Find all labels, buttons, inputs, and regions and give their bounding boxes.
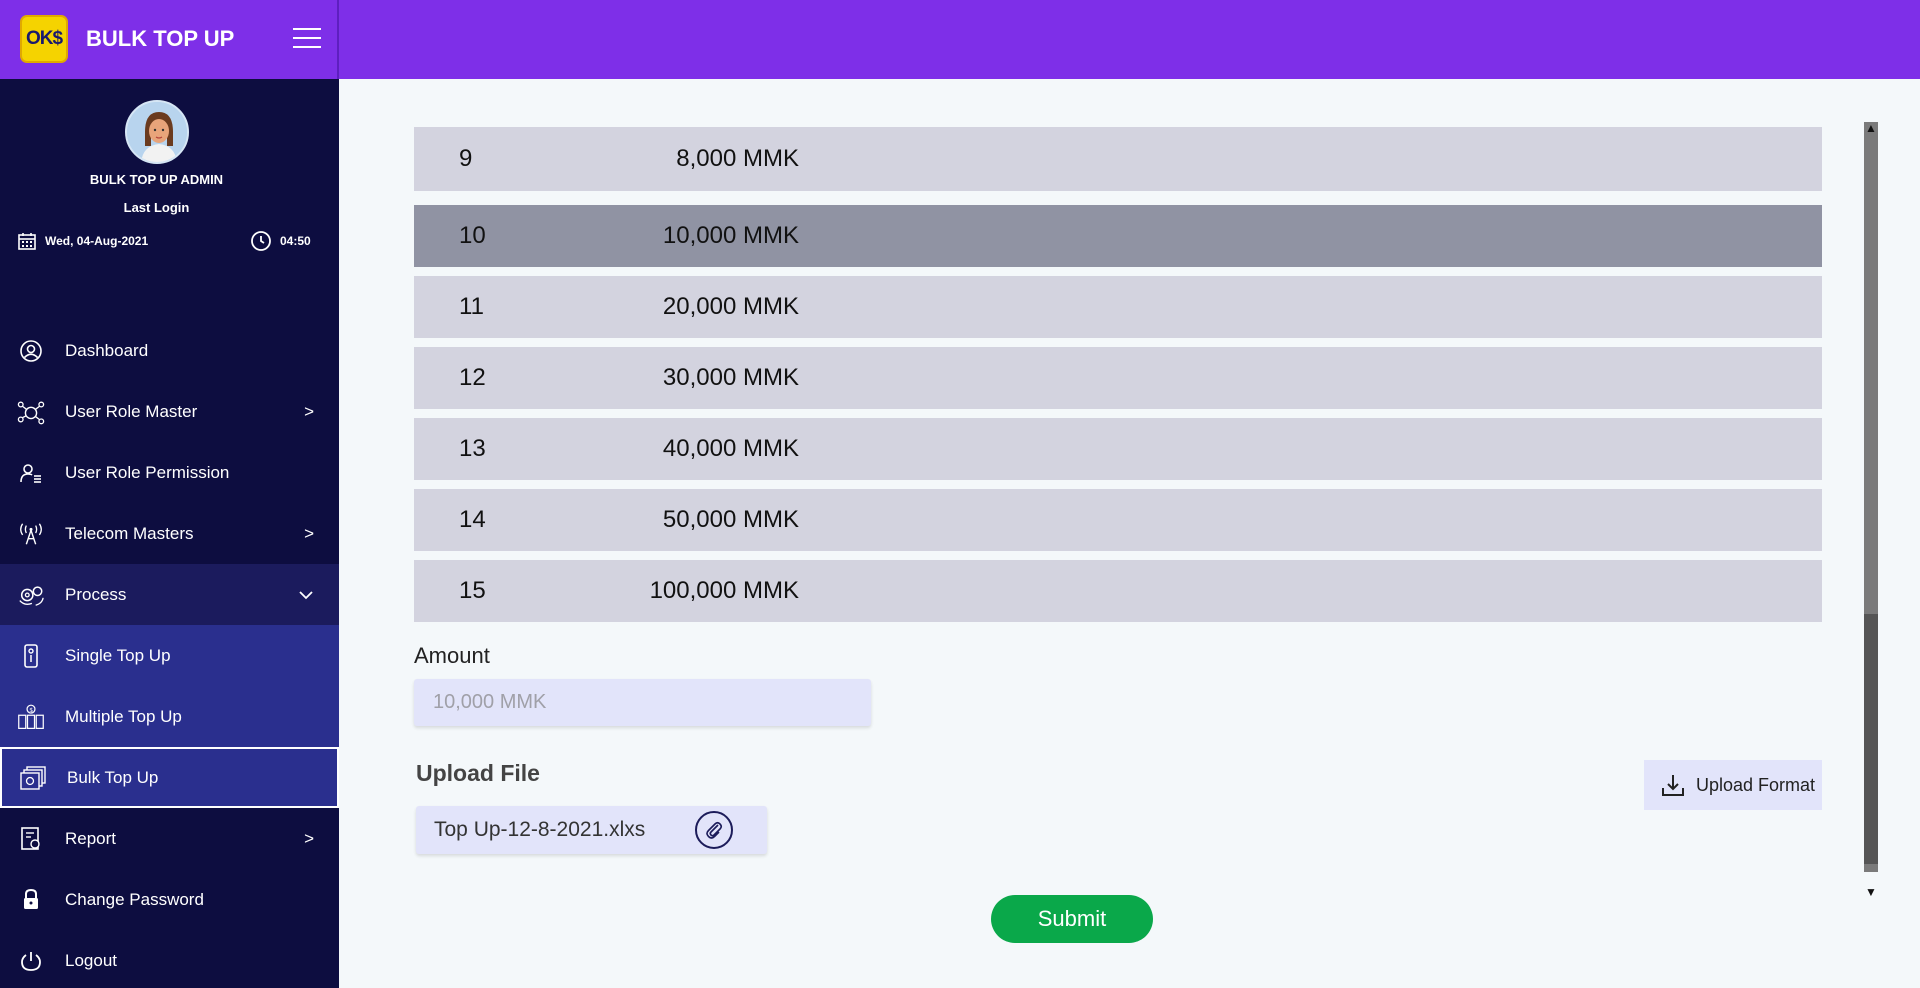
scrollbar-thumb[interactable] [1864, 614, 1878, 864]
sidebar-item-label: Dashboard [65, 340, 149, 360]
brand-title: BULK TOP UP [86, 26, 235, 51]
scroll-down-arrow-icon[interactable]: ▼ [1865, 885, 1877, 899]
denomination-row[interactable]: 9 8,000 MMK [414, 127, 1822, 191]
scroll-up-arrow-icon[interactable]: ▲ [1865, 121, 1877, 135]
denomination-row[interactable]: 11 20,000 MMK [414, 276, 1822, 338]
file-upload-field[interactable]: Top Up-12-8-2021.xlxs [416, 806, 767, 854]
upload-file-label: Upload File [416, 760, 540, 786]
chevron-right-icon: > [304, 828, 314, 848]
login-date-text: Wed, 04-Aug-2021 [45, 234, 149, 248]
scrollbar-track[interactable] [1864, 122, 1878, 872]
row-number: 9 [459, 145, 473, 172]
row-number: 13 [459, 435, 486, 462]
brand-header: OK$ BULK TOP UP [0, 0, 339, 79]
gears-icon [17, 581, 45, 609]
upload-format-button[interactable]: Upload Format [1644, 760, 1822, 810]
sidebar-item-label: User Role Master [65, 401, 198, 421]
submit-button[interactable]: Submit [991, 895, 1153, 943]
chevron-down-icon [298, 585, 314, 605]
denomination-row[interactable]: 13 40,000 MMK [414, 418, 1822, 480]
sidebar-item-label: Change Password [65, 889, 204, 909]
avatar [125, 100, 189, 164]
row-number: 14 [459, 506, 486, 533]
user-circle-icon [17, 337, 45, 365]
row-amount: 20,000 MMK [662, 293, 799, 320]
denomination-row[interactable]: 15 100,000 MMK [414, 560, 1822, 622]
row-amount: 40,000 MMK [662, 435, 799, 462]
report-icon [17, 825, 45, 853]
sidebar-item-label: Report [65, 828, 117, 848]
login-time-text: 04:50 [280, 234, 311, 248]
sidebar-item-process[interactable]: Process [0, 564, 339, 625]
sidebar-item-user-role-permission[interactable]: User Role Permission [0, 442, 339, 503]
admin-name: BULK TOP UP ADMIN [89, 172, 224, 187]
row-amount: 8,000 MMK [676, 145, 799, 172]
sidebar-item-dashboard[interactable]: Dashboard [0, 320, 339, 381]
sidebar-item-bulk-top-up[interactable]: Bulk Top Up [0, 747, 339, 808]
main-content: 9 8,000 MMK 10 10,000 MMK 11 20,000 MMK … [339, 79, 1920, 988]
sidebar-item-label: Single Top Up [65, 645, 171, 665]
row-number: 11 [459, 293, 484, 320]
login-time: 04:50 [250, 230, 311, 252]
paperclip-icon[interactable] [695, 811, 733, 849]
bulk-topup-icon [19, 764, 47, 792]
row-number: 10 [459, 222, 486, 249]
denomination-row[interactable]: 14 50,000 MMK [414, 489, 1822, 551]
row-number: 15 [459, 577, 486, 604]
sidebar-item-label: Process [65, 584, 127, 604]
sidebar-item-single-top-up[interactable]: Single Top Up [0, 625, 339, 686]
last-login-label: Last Login [123, 200, 190, 215]
row-amount: 50,000 MMK [662, 506, 799, 533]
row-amount: 30,000 MMK [662, 364, 799, 391]
clock-icon [251, 231, 271, 251]
denomination-row-selected[interactable]: 10 10,000 MMK [414, 205, 1822, 267]
multi-topup-icon: $ [17, 703, 45, 731]
upload-format-label: Upload Format [1696, 774, 1816, 795]
phone-topup-icon [17, 642, 45, 670]
sidebar-item-label: Bulk Top Up [67, 767, 159, 787]
sidebar-item-report[interactable]: Report > [0, 808, 339, 869]
app-logo: OK$ [20, 15, 68, 63]
calendar-icon [18, 233, 36, 250]
user-list-icon [17, 459, 45, 487]
row-number: 12 [459, 364, 486, 391]
lock-icon [17, 886, 45, 914]
network-icon [17, 398, 45, 426]
chevron-right-icon: > [304, 523, 314, 543]
sidebar-item-change-password[interactable]: Change Password [0, 869, 339, 930]
hamburger-menu-icon[interactable] [293, 28, 321, 50]
amount-input[interactable] [414, 679, 871, 726]
sidebar-item-telecom-masters[interactable]: Telecom Masters > [0, 503, 339, 564]
sidebar-item-label: Telecom Masters [65, 523, 194, 543]
file-name: Top Up-12-8-2021.xlxs [434, 818, 646, 841]
sidebar-item-user-role-master[interactable]: User Role Master > [0, 381, 339, 442]
sidebar-nav: Dashboard User Role Master > User Role P… [0, 320, 339, 988]
sidebar-item-label: Logout [65, 950, 117, 970]
denomination-row[interactable]: 12 30,000 MMK [414, 347, 1822, 409]
amount-label: Amount [414, 643, 490, 668]
row-amount: 10,000 MMK [662, 222, 799, 249]
chevron-right-icon: > [304, 401, 314, 421]
user-profile: BULK TOP UP ADMIN Last Login Wed, 04-Aug… [0, 79, 339, 259]
row-amount: 100,000 MMK [649, 577, 799, 604]
antenna-icon [17, 520, 45, 548]
login-date: Wed, 04-Aug-2021 [17, 231, 148, 251]
power-icon [17, 947, 45, 975]
sidebar: BULK TOP UP ADMIN Last Login Wed, 04-Aug… [0, 79, 339, 988]
sidebar-item-label: Multiple Top Up [65, 706, 182, 726]
sidebar-item-logout[interactable]: Logout [0, 930, 339, 988]
svg-text:$: $ [29, 706, 33, 713]
download-icon [1662, 775, 1684, 796]
sidebar-item-multiple-top-up[interactable]: $ Multiple Top Up [0, 686, 339, 747]
sidebar-item-label: User Role Permission [65, 462, 230, 482]
